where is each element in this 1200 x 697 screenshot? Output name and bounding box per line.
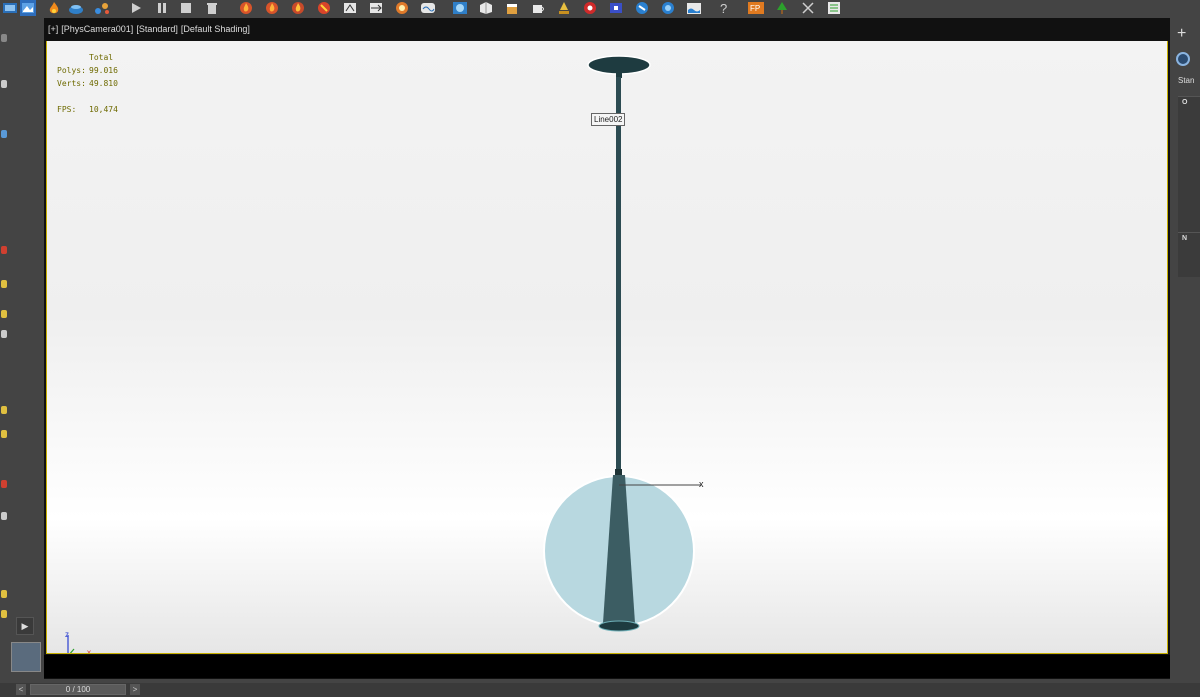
fire-icon[interactable] [44,0,64,16]
disc-icon[interactable] [632,0,652,16]
tool-icon[interactable] [1,406,7,414]
name-color-rollout[interactable]: N [1178,232,1200,277]
tripod-x-label: x [87,648,91,654]
object-name-tag: Line002 [591,113,626,126]
tool-icon[interactable] [1,246,7,254]
tripod-z-label: z [65,630,69,639]
geometry-category-icon[interactable] [1176,52,1190,66]
camera-selector[interactable]: [PhysCamera001] [61,24,133,34]
tool-icon[interactable] [1,130,7,138]
scissors-icon[interactable] [798,0,818,16]
teapot-icon[interactable] [66,0,86,16]
viewport-header: [+] [PhysCamera001] [Standard] [Default Sha… [44,18,1170,40]
create-tab-icon[interactable]: + [1177,26,1186,42]
fire-icon[interactable] [314,0,334,16]
timeline-prev-button[interactable]: < [16,684,26,695]
lamp-pole[interactable] [616,77,621,472]
left-panel [10,18,44,683]
svg-text:?: ? [720,1,727,15]
tool-icon[interactable] [1,34,7,42]
lamp-base-ring [598,620,640,632]
cloth-icon[interactable] [658,0,678,16]
help-icon[interactable]: ? [714,0,734,16]
stop-icon[interactable] [176,0,196,16]
fire-icon[interactable] [392,0,412,16]
svg-text:FP: FP [750,4,760,13]
flow-icon[interactable] [366,0,386,16]
play-small-button[interactable]: ▶ [16,617,34,635]
tool-icon[interactable] [1,80,7,88]
render-mode-selector[interactable]: [Standard] [136,24,178,34]
cube-icon[interactable] [476,0,496,16]
play-icon[interactable] [126,0,146,16]
render-setup-icon[interactable] [0,0,20,16]
tool-icon[interactable] [1,430,7,438]
tool-icon[interactable] [1,280,7,288]
object-type-rollout[interactable]: O [1178,96,1200,237]
viewport-thumbnail[interactable] [11,642,41,672]
tool-icon[interactable] [1,590,7,598]
tool-icon[interactable] [1,512,7,520]
tree-icon[interactable] [772,0,792,16]
cup-icon[interactable] [502,0,522,16]
category-dropdown[interactable]: Stan [1178,76,1194,85]
fp-icon[interactable]: FP [746,0,766,16]
viewport-label: [+] [PhysCamera001] [Standard] [Default Sha… [48,24,253,34]
gizmo-x-label: x [699,479,704,489]
timeline-next-button[interactable]: > [130,684,140,695]
list-icon[interactable] [824,0,844,16]
timeline: < 0 / 100 > [0,683,1200,697]
liquid-icon[interactable] [554,0,574,16]
time-slider[interactable]: 0 / 100 [30,684,126,695]
rollout-label: O [1182,99,1188,106]
scene-canvas: x z x [65,55,704,654]
pause-icon[interactable] [152,0,172,16]
fire-icon[interactable] [236,0,256,16]
lamp-canopy[interactable] [587,55,651,75]
wave-icon[interactable] [418,0,438,16]
tripod-y-axis [69,648,75,653]
tool-icon[interactable] [1,310,7,318]
sphere-icon[interactable] [606,0,626,16]
rendered-frame-icon[interactable] [20,0,36,16]
tool-icon[interactable] [1,480,7,488]
fire-icon[interactable] [262,0,282,16]
rollout-label: N [1182,235,1188,242]
viewport-menu[interactable]: [+] [48,24,58,34]
pole-joint [615,469,622,475]
cup-icon[interactable] [528,0,548,16]
left-edge-toolbar [0,18,10,678]
material-icon[interactable] [450,0,470,16]
trash-icon[interactable] [202,0,222,16]
main-toolbar: ? FP [0,0,1200,19]
tool-icon[interactable] [1,330,7,338]
fire-icon[interactable] [288,0,308,16]
particle-icon[interactable] [92,0,112,16]
viewport[interactable]: Total Polys: 99.016 Verts: 49.810 FPS: 10,4… [46,41,1168,654]
tool-icon[interactable] [1,610,7,618]
shading-selector[interactable]: [Default Shading] [181,24,250,34]
viewport-bottom-bar [44,655,1170,678]
drop-icon[interactable] [580,0,600,16]
command-panel: + Stan O N [1170,18,1200,683]
fluid-icon[interactable] [684,0,704,16]
flow-icon[interactable] [340,0,360,16]
